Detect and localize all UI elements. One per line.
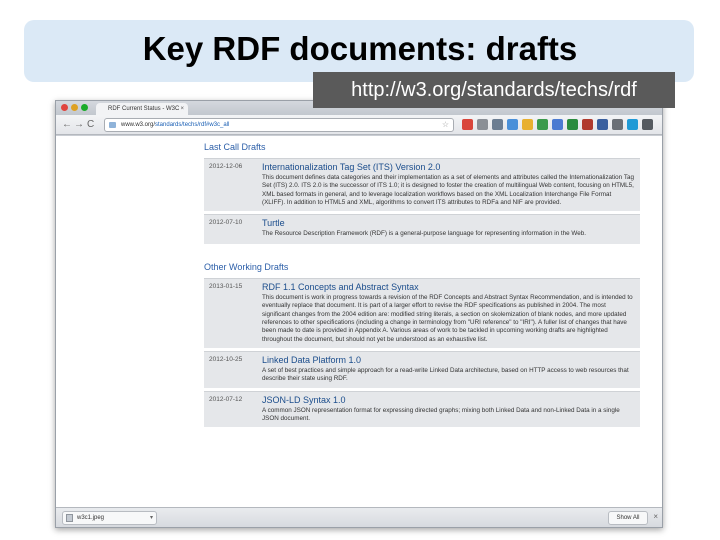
image-file-icon xyxy=(66,514,73,522)
close-shelf-icon[interactable]: × xyxy=(653,512,658,521)
doc-date: 2012-12-06 xyxy=(209,163,243,170)
extension-icon[interactable] xyxy=(462,119,473,130)
download-menu-icon[interactable]: ▾ xyxy=(150,512,153,524)
doc-title-link[interactable]: Turtle xyxy=(262,218,634,228)
extension-icon[interactable] xyxy=(642,119,653,130)
download-shelf: w3c1.jpeg ▾ Show All × xyxy=(56,507,662,527)
extension-icon[interactable] xyxy=(477,119,488,130)
slide-title: Key RDF documents: drafts xyxy=(142,30,578,67)
doc-date: 2012-10-25 xyxy=(209,355,243,363)
doc-title-link[interactable]: RDF 1.1 Concepts and Abstract Syntax xyxy=(262,282,634,292)
download-file-name: w3c1.jpeg xyxy=(77,515,105,521)
doc-description: This document defines data categories an… xyxy=(262,174,634,206)
close-window-icon[interactable] xyxy=(61,104,68,111)
tab-title: RDF Current Status - W3C xyxy=(108,106,180,112)
doc-title-link[interactable]: Internationalization Tag Set (ITS) Versi… xyxy=(262,162,634,172)
extension-icon[interactable] xyxy=(522,119,533,130)
doc-description: The Resource Description Framework (RDF)… xyxy=(262,230,586,238)
tab-rdf-status[interactable]: RDF Current Status - W3C × xyxy=(96,103,188,115)
extension-icon[interactable] xyxy=(567,119,578,130)
extension-icon[interactable] xyxy=(582,119,593,130)
doc-date: 2012-07-10 xyxy=(209,219,243,227)
doc-date: 2013-01-15 xyxy=(209,283,243,291)
address-path: standards/techs/rdf#w3c_all xyxy=(155,122,230,128)
browser-toolbar: ← → C www.w3.org/standards/techs/rdf#w3c… xyxy=(56,115,662,135)
doc-entry: 2013-01-15 RDF 1.1 Concepts and Abstract… xyxy=(204,278,640,348)
doc-entry: 2012-12-06 Internationalization Tag Set … xyxy=(204,158,640,212)
zoom-window-icon[interactable] xyxy=(81,104,88,111)
site-info-icon[interactable] xyxy=(109,122,116,128)
doc-entry: 2012-10-25 Linked Data Platform 1.0 A se… xyxy=(204,350,640,388)
slide: Key RDF documents: drafts http://w3.org/… xyxy=(0,0,720,540)
minimize-window-icon[interactable] xyxy=(71,104,78,111)
doc-title-link[interactable]: JSON-LD Syntax 1.0 xyxy=(262,395,634,405)
address-host: www.w3.org/ xyxy=(121,122,156,128)
page-viewport: Last Call Drafts 2012-12-06 Internationa… xyxy=(56,136,662,507)
doc-entry: 2012-07-10 Turtle The Resource Descripti… xyxy=(204,214,640,245)
doc-description: A common JSON representation format for … xyxy=(262,406,620,422)
section-heading-last-call[interactable]: Last Call Drafts xyxy=(204,142,640,152)
doc-title-link[interactable]: Linked Data Platform 1.0 xyxy=(262,355,634,365)
address-bar[interactable]: www.w3.org/standards/techs/rdf#w3c_all ☆ xyxy=(104,118,454,132)
doc-description: This document is work in progress toward… xyxy=(262,294,633,343)
browser-window: RDF Current Status - W3C × ← → C www.w3.… xyxy=(55,100,663,528)
back-arrow-icon[interactable]: ← xyxy=(62,119,72,131)
show-all-downloads-button[interactable]: Show All xyxy=(608,511,648,525)
tab-close-icon[interactable]: × xyxy=(180,103,184,115)
doc-description: A set of best practices and simple appro… xyxy=(262,366,629,383)
extension-icon[interactable] xyxy=(597,119,608,130)
forward-arrow-icon[interactable]: → xyxy=(74,119,84,131)
doc-entry: 2012-07-12 JSON-LD Syntax 1.0 A common J… xyxy=(204,390,640,428)
extension-icons xyxy=(462,119,653,131)
extension-icon[interactable] xyxy=(537,119,548,130)
section-heading-other-drafts[interactable]: Other Working Drafts xyxy=(204,262,640,272)
extension-icon[interactable] xyxy=(552,119,563,130)
download-item[interactable]: w3c1.jpeg ▾ xyxy=(62,511,157,525)
bookmark-star-icon[interactable]: ☆ xyxy=(442,119,449,131)
url-caption: http://w3.org/standards/techs/rdf xyxy=(313,72,675,108)
doc-date: 2012-07-12 xyxy=(209,395,243,403)
extension-icon[interactable] xyxy=(507,119,518,130)
extension-icon[interactable] xyxy=(627,119,638,130)
page-content: Last Call Drafts 2012-12-06 Internationa… xyxy=(204,136,640,428)
extension-icon[interactable] xyxy=(612,119,623,130)
extension-icon[interactable] xyxy=(492,119,503,130)
reload-icon[interactable]: C xyxy=(87,119,94,131)
